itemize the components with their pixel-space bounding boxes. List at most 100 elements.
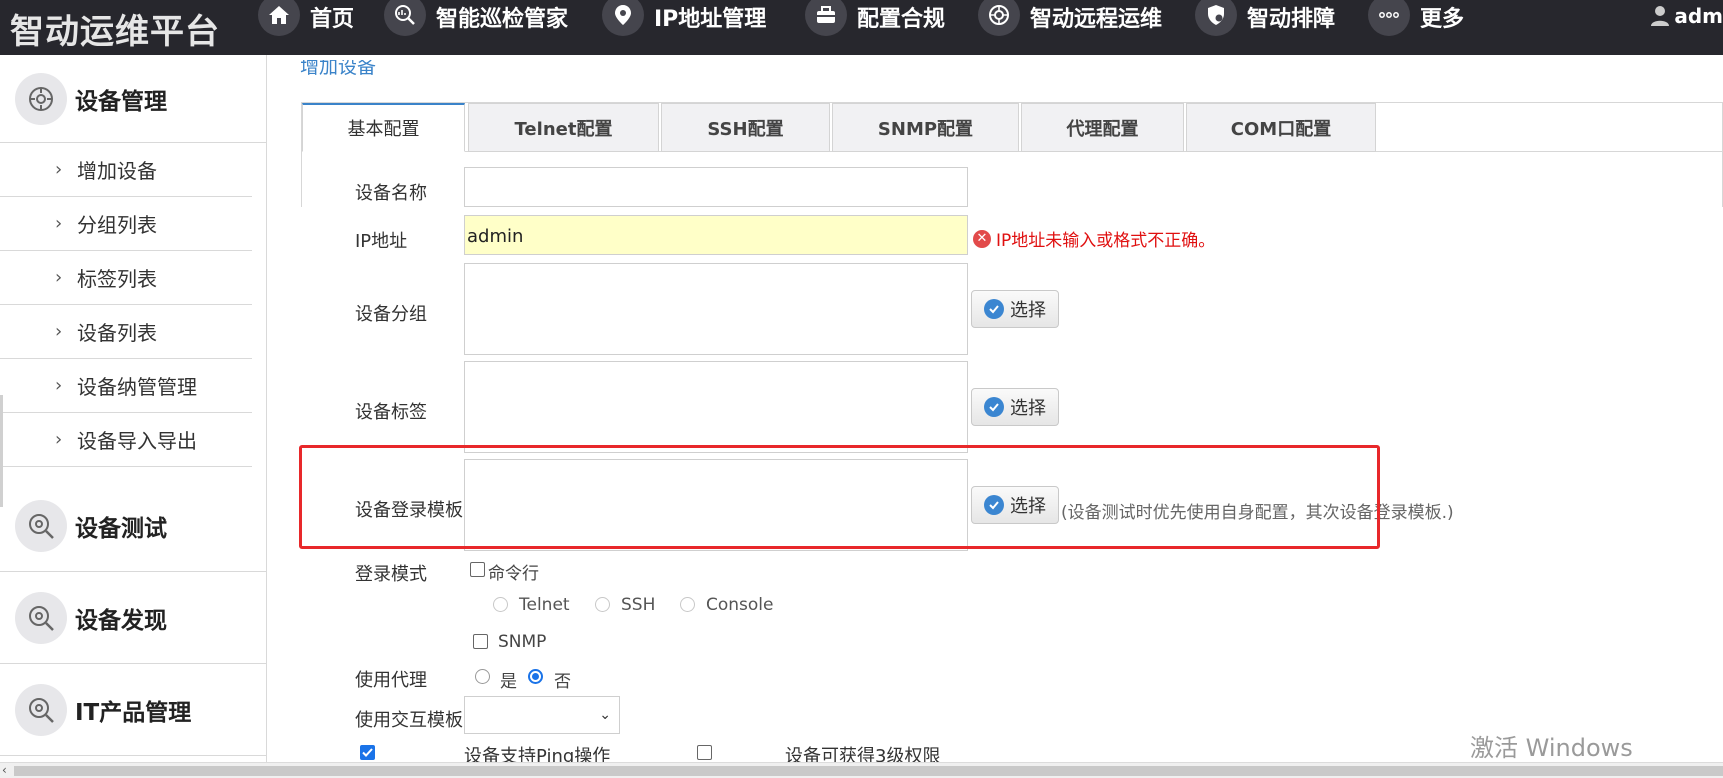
sidebar-item-device-onboarding[interactable]: › 设备纳管管理	[0, 359, 252, 413]
ssh-label: SSH	[621, 595, 656, 615]
nav-remote-ops[interactable]: 智动远程运维	[978, 0, 1163, 36]
nav-troubleshoot-label: 智动排障	[1247, 7, 1336, 32]
sidebar-item-import-export[interactable]: › 设备导入导出	[0, 413, 252, 467]
nav-troubleshoot[interactable]: 智动排障	[1195, 0, 1336, 36]
tab-com-config[interactable]: COM口配置	[1186, 103, 1376, 152]
nav-ip-management[interactable]: IP地址管理	[602, 0, 766, 36]
device-group-field[interactable]	[464, 263, 968, 355]
proxy-yes-label: 是	[500, 672, 517, 692]
device-group-select-button[interactable]: 选择	[971, 290, 1059, 328]
sidebar-section-label: IT产品管理	[75, 699, 192, 726]
user-name: adm	[1674, 4, 1723, 28]
sidebar-item-add-device[interactable]: › 增加设备	[0, 143, 252, 197]
toolbox-icon	[805, 0, 847, 36]
scroll-left-arrow-icon[interactable]: ‹	[2, 763, 7, 777]
user-icon	[1651, 6, 1670, 26]
sidebar-item-tag-list[interactable]: › 标签列表	[0, 251, 252, 305]
tab-snmp-config[interactable]: SNMP配置	[832, 103, 1019, 152]
sidebar-section-device-test[interactable]: 设备测试	[0, 480, 267, 572]
device-tag-select-button[interactable]: 选择	[971, 388, 1059, 426]
check-circle-icon	[984, 397, 1004, 417]
sidebar-section-label: 设备管理	[75, 88, 167, 115]
sidebar-item-label: 设备导入导出	[77, 429, 197, 453]
console-radio[interactable]	[680, 597, 695, 612]
tab-proxy-config[interactable]: 代理配置	[1021, 103, 1184, 152]
chevron-right-icon: ›	[55, 267, 63, 288]
select-label: 选择	[1010, 398, 1046, 419]
ping-support-checkbox[interactable]	[360, 745, 375, 760]
sidebar-section-device-discovery[interactable]: 设备发现	[0, 572, 267, 664]
login-template-field[interactable]	[464, 459, 968, 551]
sidebar-item-label: 设备列表	[77, 321, 157, 345]
sidebar-item-label: 设备纳管管理	[77, 375, 197, 399]
proxy-yes-radio[interactable]	[475, 669, 490, 684]
windows-activation-watermark: 激活 Windows	[1470, 734, 1633, 762]
nav-more-label: 更多	[1420, 7, 1465, 32]
sidebar-item-label: 增加设备	[77, 159, 157, 183]
sidebar-section-label: 设备测试	[75, 515, 167, 542]
ssh-radio[interactable]	[595, 597, 610, 612]
chevron-right-icon: ›	[55, 159, 63, 180]
sidebar-item-group-list[interactable]: › 分组列表	[0, 197, 252, 251]
nav-more[interactable]: 更多	[1368, 0, 1465, 36]
login-mode-label: 登录模式	[355, 564, 427, 585]
telnet-label: Telnet	[519, 595, 570, 615]
interaction-template-label: 使用交互模板	[355, 710, 463, 731]
level3-privilege-checkbox[interactable]	[697, 745, 712, 760]
nav-home-label: 首页	[310, 7, 355, 32]
page-title: 增加设备	[300, 60, 377, 78]
login-template-select-button[interactable]: 选择	[971, 486, 1059, 524]
nav-inspection-label: 智能巡检管家	[436, 7, 569, 32]
chevron-right-icon: ›	[55, 375, 63, 396]
sidebar: 设备管理 › 增加设备 › 分组列表 › 标签列表 › 设备列表 › 设备纳管管…	[0, 55, 267, 762]
ip-address-input[interactable]: admin	[464, 215, 968, 255]
chevron-right-icon: ›	[55, 321, 63, 342]
tab-telnet-config[interactable]: Telnet配置	[468, 103, 659, 152]
proxy-no-radio[interactable]	[528, 669, 543, 684]
shield-gear-icon	[1195, 0, 1237, 36]
scrollbar-thumb[interactable]	[14, 766, 1723, 776]
sidebar-item-device-list[interactable]: › 设备列表	[0, 305, 252, 359]
sidebar-section-device-management[interactable]: 设备管理	[0, 55, 267, 143]
interaction-template-select[interactable]: ⌄	[464, 696, 620, 734]
use-proxy-label: 使用代理	[355, 670, 427, 691]
main-content: 增加设备 基本配置 Telnet配置 SSH配置 SNMP配置 代理配置 COM…	[270, 55, 1723, 767]
device-tag-label: 设备标签	[355, 402, 427, 423]
user-menu[interactable]: adm	[1650, 4, 1723, 28]
check-circle-icon	[984, 495, 1004, 515]
location-pin-icon	[602, 0, 644, 36]
nav-home[interactable]: 首页	[258, 0, 355, 36]
device-name-label: 设备名称	[355, 183, 427, 204]
ip-error-text: IP地址未输入或格式不正确。	[996, 231, 1216, 251]
it-product-icon	[15, 683, 67, 736]
tab-basic-config[interactable]: 基本配置	[302, 103, 465, 152]
tab-ssh-config[interactable]: SSH配置	[661, 103, 830, 152]
sidebar-item-label: 分组列表	[77, 213, 157, 237]
nav-remote-ops-label: 智动远程运维	[1030, 7, 1163, 32]
horizontal-scrollbar[interactable]: ‹	[0, 762, 1723, 778]
device-test-icon	[15, 499, 67, 552]
home-icon	[258, 0, 300, 36]
top-navbar: 智动运维平台 首页 智能巡检管家 IP地址管理 配置合规 智动远程运维 智动排障…	[0, 0, 1723, 55]
telnet-radio[interactable]	[493, 597, 508, 612]
device-group-label: 设备分组	[355, 304, 427, 325]
device-tag-field[interactable]	[464, 361, 968, 453]
ip-address-label: IP地址	[355, 231, 408, 252]
chevron-right-icon: ›	[55, 429, 63, 450]
inspection-icon	[384, 0, 426, 36]
device-name-input[interactable]	[464, 167, 968, 207]
error-icon: ✕	[973, 229, 991, 248]
nav-config-compliance[interactable]: 配置合规	[805, 0, 945, 36]
snmp-checkbox[interactable]	[473, 634, 488, 649]
login-template-hint: (设备测试时优先使用自身配置，其次设备登录模板.)	[1061, 503, 1454, 523]
cmdline-checkbox[interactable]	[470, 562, 485, 577]
select-label: 选择	[1010, 300, 1046, 321]
cmdline-label: 命令行	[488, 564, 539, 584]
console-label: Console	[706, 595, 774, 615]
device-discovery-icon	[15, 591, 67, 644]
sidebar-section-it-product[interactable]: IT产品管理	[0, 664, 267, 756]
nav-inspection[interactable]: 智能巡检管家	[384, 0, 569, 36]
snmp-label: SNMP	[498, 632, 547, 652]
device-management-icon	[15, 72, 67, 125]
proxy-no-label: 否	[554, 672, 571, 692]
